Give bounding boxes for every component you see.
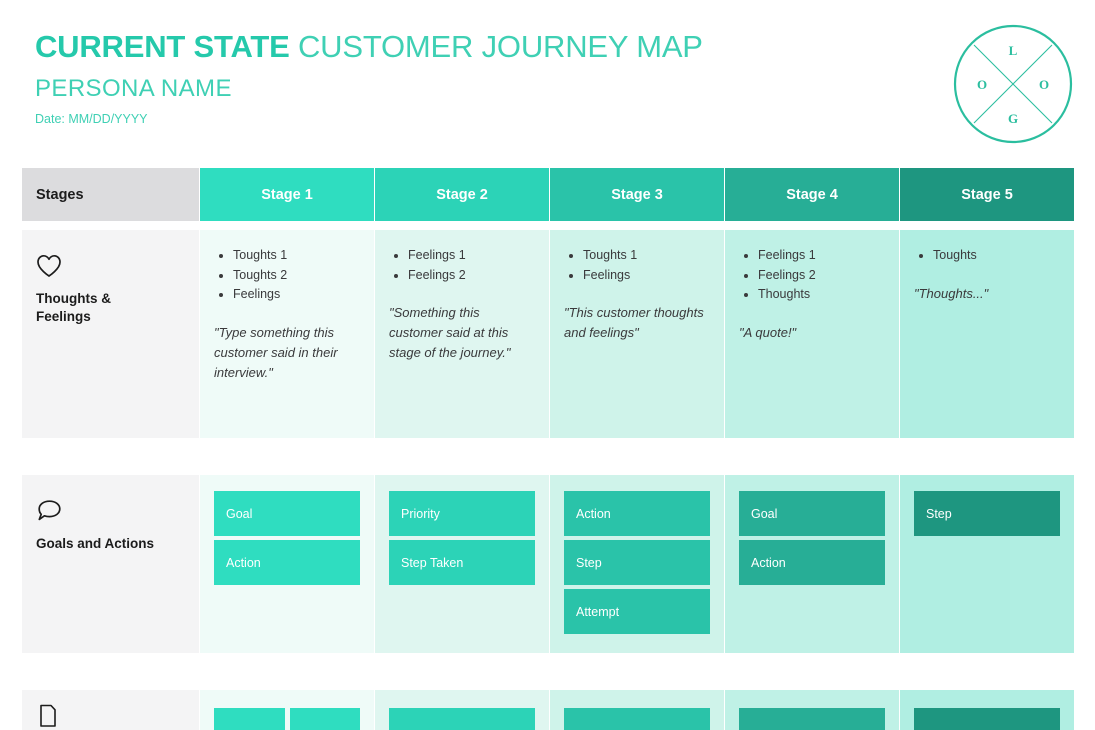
bullet-item: Feelings 1 [741,246,885,266]
bullet-item: Feelings 2 [741,266,885,286]
chip[interactable] [389,708,535,730]
stage-header-4[interactable]: Stage 4 [725,168,899,221]
bullet-list: Toughts [916,246,1060,266]
bullet-item: Toughts 2 [216,266,360,286]
chip[interactable] [739,708,885,730]
logo-letter-bottom: G [1008,111,1018,126]
logo-letter-right: O [1039,77,1049,92]
chip-list: Action Step Attempt [564,491,710,638]
chip[interactable] [564,708,710,730]
cell-third-stage-5[interactable] [900,690,1074,730]
action-chip[interactable]: Attempt [564,589,710,634]
stage-header-2[interactable]: Stage 2 [375,168,549,221]
action-chip[interactable]: Action [564,491,710,536]
row-spacer [22,221,1073,230]
stages-header-row: Stages Stage 1 Stage 2 Stage 3 Stage 4 S… [22,168,1074,221]
row-label-thoughts-and-feelings: Thoughts & Feelings [22,230,199,438]
stages-header-label: Stages [22,168,199,221]
chip-list: Priority Step Taken [389,491,535,589]
page-title: CURRENT STATE CUSTOMER JOURNEY MAP [35,28,703,66]
row-label-third [22,690,199,730]
bullet-list: Feelings 1 Feelings 2 [391,246,535,285]
row-thoughts-and-feelings: Thoughts & Feelings Toughts 1 Toughts 2 Fee… [22,230,1074,438]
row-gap [22,438,1073,475]
persona-name: PERSONA NAME [35,75,232,102]
bullet-list: Toughts 1 Feelings [566,246,710,285]
date-line: Date: MM/DD/YYYY [35,112,148,126]
row-label-text-goals: Goals and Actions [36,536,155,551]
document-icon [36,704,62,728]
chip-list: Goal Action [214,491,360,589]
bullet-item: Toughts 1 [216,246,360,266]
row-label-text-thoughts: Thoughts & Feelings [36,291,111,324]
heart-icon [36,254,62,278]
journey-map-page: CURRENT STATE CUSTOMER JOURNEY MAP PERSO… [0,0,1095,730]
cell-goals-stage-5[interactable]: Step [900,475,1074,653]
cell-goals-stage-4[interactable]: Goal Action [725,475,899,653]
bullet-item: Thoughts [741,285,885,305]
stage-header-3[interactable]: Stage 3 [550,168,724,221]
logo: L O O G [949,22,1077,146]
chip[interactable] [289,708,360,730]
logo-circle-x-icon: L O O G [953,24,1073,144]
row-label-goals-and-actions: Goals and Actions [22,475,199,653]
chip-pair [214,708,360,730]
page-header: CURRENT STATE CUSTOMER JOURNEY MAP PERSO… [0,0,1095,168]
cell-thoughts-stage-4[interactable]: Feelings 1 Feelings 2 Thoughts "A quote!" [725,230,899,438]
bullet-item: Feelings 2 [391,266,535,286]
cell-thoughts-stage-1[interactable]: Toughts 1 Toughts 2 Feelings "Type somethi… [200,230,374,438]
stage-header-1[interactable]: Stage 1 [200,168,374,221]
bullet-list: Toughts 1 Toughts 2 Feelings [216,246,360,305]
action-chip[interactable]: Priority [389,491,535,536]
bullet-item: Toughts [916,246,1060,266]
quote-text: "Type something this customer said in th… [214,324,338,380]
cell-goals-stage-2[interactable]: Priority Step Taken [375,475,549,653]
title-block: CURRENT STATE CUSTOMER JOURNEY MAP PERSO… [35,28,703,126]
bullet-list: Feelings 1 Feelings 2 Thoughts [741,246,885,305]
page-title-strong: CURRENT STATE [35,29,290,64]
page-title-light: CUSTOMER JOURNEY MAP [289,29,703,64]
action-chip[interactable]: Step Taken [389,540,535,585]
speech-bubble-icon [36,499,62,523]
quote-text: "A quote!" [739,324,797,340]
cell-goals-stage-3[interactable]: Action Step Attempt [550,475,724,653]
bullet-item: Feelings [216,285,360,305]
row-goals-and-actions: Goals and Actions Goal Action Priority Ste… [22,475,1074,653]
cell-thoughts-stage-3[interactable]: Toughts 1 Feelings "This customer thought… [550,230,724,438]
cell-thoughts-stage-2[interactable]: Feelings 1 Feelings 2 "Something this cus… [375,230,549,438]
cell-third-stage-2[interactable] [375,690,549,730]
quote-text: "This customer thoughts and feelings" [564,305,704,340]
chip[interactable] [914,708,1060,730]
logo-letter-top: L [1009,43,1018,58]
bullet-item: Toughts 1 [566,246,710,266]
cell-third-stage-1[interactable] [200,690,374,730]
action-chip[interactable]: Step [564,540,710,585]
chip-list: Goal Action [739,491,885,589]
action-chip[interactable]: Goal [214,491,360,536]
chip[interactable] [214,708,285,730]
cell-third-stage-4[interactable] [725,690,899,730]
logo-letter-left: O [977,77,987,92]
quote-text: "Something this customer said at this st… [389,305,511,360]
action-chip[interactable]: Step [914,491,1060,536]
cell-thoughts-stage-5[interactable]: Toughts "Thoughts..." [900,230,1074,438]
journey-grid: Stages Stage 1 Stage 2 Stage 3 Stage 4 S… [22,168,1074,730]
action-chip[interactable]: Goal [739,491,885,536]
stage-header-5[interactable]: Stage 5 [900,168,1074,221]
cell-goals-stage-1[interactable]: Goal Action [200,475,374,653]
action-chip[interactable]: Action [739,540,885,585]
row-third-partial [22,690,1074,730]
bullet-item: Feelings 1 [391,246,535,266]
cell-third-stage-3[interactable] [550,690,724,730]
bullet-item: Feelings [566,266,710,286]
chip-list: Step [914,491,1060,540]
row-gap [22,653,1073,690]
action-chip[interactable]: Action [214,540,360,585]
quote-text: "Thoughts..." [914,285,989,301]
